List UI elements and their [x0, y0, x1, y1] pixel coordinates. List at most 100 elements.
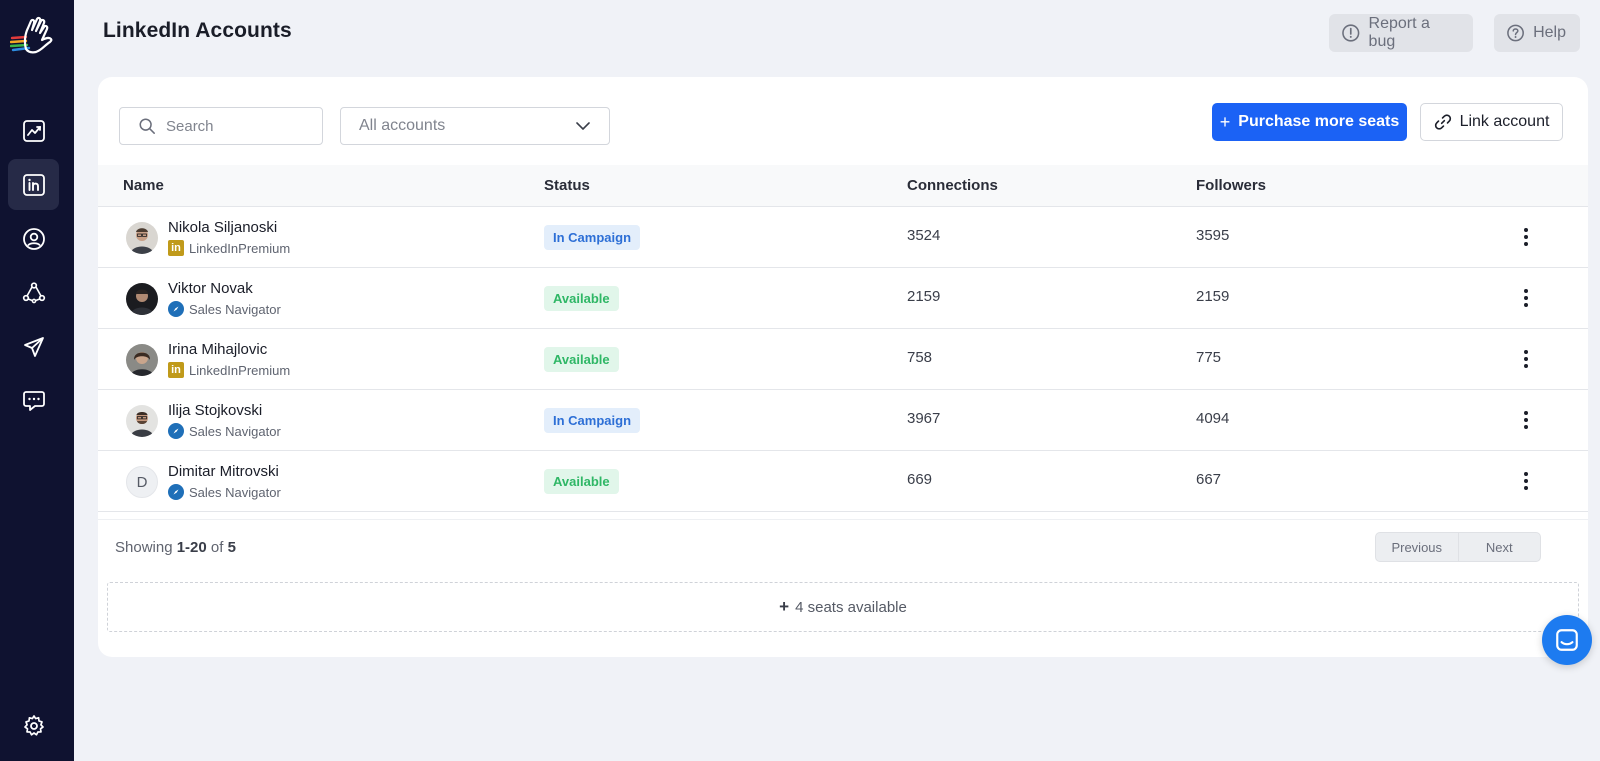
avatar: D — [126, 466, 158, 498]
account-type-label: Sales Navigator — [189, 423, 281, 439]
table-row[interactable]: Irina Mihajlovic in LinkedInPremium Avai… — [98, 329, 1588, 390]
seats-available-button[interactable]: + 4 seats available — [107, 582, 1579, 632]
account-type-label: Sales Navigator — [189, 484, 281, 500]
status-badge: In Campaign — [544, 408, 641, 433]
gear-icon — [23, 714, 44, 736]
table-row[interactable]: Nikola Siljanoski in LinkedInPremium In … — [98, 207, 1588, 268]
status-badge: Available — [544, 469, 619, 494]
pagination: Previous Next — [1375, 532, 1541, 562]
row-menu-kebab-icon[interactable] — [1516, 407, 1536, 433]
help-circle-icon — [1507, 24, 1524, 42]
send-icon — [23, 336, 44, 357]
pagination-summary: Showing 1-20 of 5 — [115, 539, 236, 556]
sales-navigator-icon — [168, 301, 184, 317]
sidebar — [0, 0, 74, 761]
row-menu-kebab-icon[interactable] — [1516, 346, 1536, 372]
chat-bubble-icon — [1556, 629, 1578, 651]
column-header-connections: Connections — [907, 177, 998, 194]
report-bug-button[interactable]: Report a bug — [1329, 14, 1473, 52]
connections-value: 758 — [907, 349, 933, 366]
avatar — [126, 283, 158, 315]
account-name: Viktor Novak — [168, 280, 253, 297]
sidebar-item-analytics[interactable] — [8, 105, 59, 156]
help-label: Help — [1533, 24, 1566, 41]
app-logo[interactable] — [9, 16, 56, 56]
row-menu-kebab-icon[interactable] — [1516, 468, 1536, 494]
link-account-button[interactable]: Link account — [1420, 103, 1563, 141]
showing-of: of — [210, 539, 224, 556]
showing-range: 1-20 — [176, 539, 207, 556]
table-row[interactable]: Ilija Stojkovski Sales Navigator In Camp… — [98, 390, 1588, 451]
accounts-card: All accounts + Purchase more seats Link … — [98, 77, 1588, 657]
support-chat-button[interactable] — [1542, 615, 1592, 665]
sidebar-item-contacts[interactable] — [8, 213, 59, 264]
help-button[interactable]: Help — [1494, 14, 1580, 52]
user-photo-icon — [126, 405, 158, 437]
row-menu-kebab-icon[interactable] — [1516, 285, 1536, 311]
showing-prefix: Showing — [115, 539, 173, 556]
avatar — [126, 222, 158, 254]
account-name: Ilija Stojkovski — [168, 402, 263, 419]
user-photo-icon — [126, 222, 158, 254]
network-icon — [22, 281, 45, 303]
hand-logo-icon — [9, 16, 53, 54]
table-row[interactable]: Viktor Novak Sales Navigator Available 2… — [98, 268, 1588, 329]
link-account-label: Link account — [1459, 113, 1550, 130]
account-name: Irina Mihajlovic — [168, 341, 268, 358]
column-header-followers: Followers — [1196, 177, 1267, 194]
followers-value: 4094 — [1196, 410, 1230, 427]
table-row[interactable]: D Dimitar Mitrovski Sales Navigator Avai… — [98, 451, 1588, 512]
plus-icon: + — [779, 597, 790, 616]
connections-value: 3967 — [907, 410, 941, 427]
page-title: LinkedIn Accounts — [103, 19, 292, 42]
status-badge: Available — [544, 286, 619, 311]
sales-navigator-icon — [168, 423, 184, 439]
linkedin-premium-icon: in — [168, 240, 184, 256]
purchase-seats-button[interactable]: + Purchase more seats — [1212, 103, 1407, 141]
account-type: in LinkedInPremium — [168, 362, 290, 378]
accounts-filter-select[interactable]: All accounts — [340, 107, 610, 145]
footer-divider — [98, 519, 1588, 520]
previous-page-button[interactable]: Previous — [1376, 533, 1458, 561]
search-box[interactable] — [119, 107, 323, 145]
sidebar-item-campaigns[interactable] — [8, 321, 59, 372]
user-photo-icon — [126, 344, 158, 376]
account-type: Sales Navigator — [168, 484, 281, 500]
followers-value: 3595 — [1196, 227, 1230, 244]
alert-circle-icon — [1342, 24, 1360, 42]
account-name: Nikola Siljanoski — [168, 219, 278, 236]
linkedin-premium-icon: in — [168, 362, 184, 378]
sidebar-item-settings[interactable] — [8, 700, 59, 751]
sidebar-item-network[interactable] — [8, 267, 59, 318]
user-photo-icon — [126, 283, 158, 315]
row-menu-kebab-icon[interactable] — [1516, 224, 1536, 250]
column-header-status: Status — [544, 177, 590, 194]
sidebar-item-messages[interactable] — [8, 375, 59, 426]
account-type: in LinkedInPremium — [168, 240, 290, 256]
linkedin-icon — [22, 173, 45, 196]
followers-value: 667 — [1196, 471, 1222, 488]
sales-navigator-icon — [168, 484, 184, 500]
followers-value: 2159 — [1196, 288, 1230, 305]
search-input[interactable] — [166, 117, 316, 135]
table-header: Name Status Connections Followers — [98, 165, 1588, 207]
account-type-label: Sales Navigator — [189, 301, 281, 317]
chart-icon — [22, 119, 45, 142]
report-bug-label: Report a bug — [1368, 15, 1430, 50]
account-name: Dimitar Mitrovski — [168, 463, 279, 480]
account-type: Sales Navigator — [168, 423, 281, 439]
followers-value: 775 — [1196, 349, 1222, 366]
plus-icon: + — [1219, 111, 1231, 132]
connections-value: 3524 — [907, 227, 941, 244]
connections-value: 2159 — [907, 288, 941, 305]
accounts-filter-value: All accounts — [359, 117, 446, 134]
purchase-seats-label: Purchase more seats — [1238, 113, 1400, 130]
account-type-label: LinkedInPremium — [189, 362, 291, 378]
sidebar-item-linkedin-accounts[interactable] — [8, 159, 59, 210]
avatar — [126, 344, 158, 376]
status-badge: Available — [544, 347, 619, 372]
account-type-label: LinkedInPremium — [189, 240, 291, 256]
chevron-down-icon — [576, 122, 590, 130]
avatar — [126, 405, 158, 437]
next-page-button[interactable]: Next — [1457, 533, 1541, 561]
